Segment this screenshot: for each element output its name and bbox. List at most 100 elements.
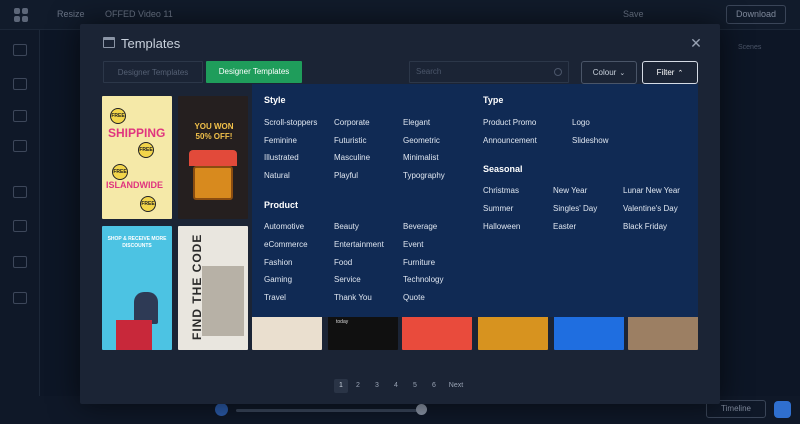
search-icon[interactable] [554,68,562,76]
filter-option[interactable]: Logo [572,118,590,127]
free-badge: FREE [110,108,126,124]
page-button-3[interactable]: 3 [370,379,384,393]
filter-option[interactable]: Quote [403,293,425,302]
treasure-chest-icon [193,166,233,200]
filter-option[interactable]: Entertainment [334,240,384,249]
filter-option[interactable]: Gaming [264,275,292,284]
template-thumbnail-today[interactable]: today [328,316,398,350]
template-thumbnail-find-code[interactable]: FIND THE CODE [178,226,248,350]
you-won-text: YOU WON 50% OFF! [194,122,234,141]
filter-option[interactable]: eCommerce [264,240,308,249]
filter-option[interactable]: Summer [483,204,513,213]
filter-option[interactable]: Travel [264,293,286,302]
filter-option[interactable]: Event [403,240,423,249]
play-button[interactable] [215,403,228,416]
filter-option[interactable]: Corporate [334,118,370,127]
filter-option[interactable]: Service [334,275,361,284]
filter-dropdown[interactable]: Filter ⌃ [642,61,698,84]
page-button-5[interactable]: 5 [408,379,422,393]
filter-option[interactable]: Lunar New Year [623,186,680,195]
save-button[interactable]: Save [623,9,644,19]
seasonal-group-title: Seasonal [483,164,523,174]
filter-option[interactable]: New Year [553,186,587,195]
free-badge: FREE [140,196,156,212]
filter-option[interactable]: Beauty [334,222,359,231]
filter-option[interactable]: Thank You [334,293,372,302]
timeline-scrubber-handle[interactable] [416,404,427,415]
more-icon[interactable] [13,292,27,304]
chevron-up-icon: ⌃ [677,70,684,77]
islandwide-text: ISLANDWIDE [106,180,163,190]
filter-option[interactable]: Geometric [403,136,440,145]
app-logo-icon[interactable] [14,8,28,22]
filter-option[interactable]: Easter [553,222,576,231]
media-icon[interactable] [13,110,27,122]
colour-label: Colour [592,68,617,77]
templates-icon [103,37,115,48]
filter-option[interactable]: Natural [264,171,290,180]
filter-option[interactable]: Slideshow [572,136,608,145]
page-button-2[interactable]: 2 [351,379,365,393]
filter-option[interactable]: Technology [403,275,443,284]
filter-option[interactable]: Announcement [483,136,537,145]
type-group-title: Type [483,95,504,105]
filter-option[interactable]: Masculine [334,153,370,162]
filter-option[interactable]: Product Promo [483,118,536,127]
page-button-4[interactable]: 4 [389,379,403,393]
timeline-scrubber-track[interactable] [236,409,426,412]
tab-designer-templates[interactable]: Designer Templates [206,61,302,83]
elements-icon[interactable] [13,140,27,152]
filter-label: Filter [656,68,675,77]
template-thumbnail[interactable] [554,316,624,350]
filter-option[interactable]: Scroll-stoppers [264,118,317,127]
template-thumbnail[interactable] [252,316,322,350]
filter-option[interactable]: Automotive [264,222,304,231]
filter-option[interactable]: Minimalist [403,153,439,162]
find-code-text: FIND THE CODE [190,233,204,340]
filter-option[interactable]: Typography [403,171,445,180]
tab-designer-templates-inactive[interactable]: Designer Templates [103,61,203,83]
audio-icon[interactable] [13,220,27,232]
filter-option[interactable]: Singles' Day [553,204,597,213]
colour-dropdown[interactable]: Colour ⌄ [581,61,637,84]
filter-option[interactable]: Black Friday [623,222,667,231]
document-title[interactable]: OFFED Video 11 [105,9,173,19]
page-button-1[interactable]: 1 [334,379,348,393]
uploads-icon[interactable] [13,186,27,198]
free-badge: FREE [112,164,128,180]
template-thumbnail-treasure[interactable]: YOU WON 50% OFF! [178,96,248,219]
search-placeholder: Search [416,67,442,76]
filter-option[interactable]: Furniture [403,258,435,267]
filter-option[interactable]: Playful [334,171,358,180]
download-button[interactable]: Download [726,5,786,24]
filter-option[interactable]: Elegant [403,118,430,127]
filter-option[interactable]: Valentine's Day [623,204,678,213]
help-chat-button[interactable] [774,401,791,418]
page-button-6[interactable]: 6 [427,379,441,393]
modal-title: Templates [121,36,181,51]
filter-option[interactable]: Fashion [264,258,292,267]
template-thumbnail-shop[interactable]: SHOP & RECEIVE MORE DISCOUNTS [102,226,172,350]
resize-button[interactable]: Resize [57,9,85,19]
filter-option[interactable]: Beverage [403,222,437,231]
filter-option[interactable]: Halloween [483,222,520,231]
filter-option[interactable]: Christmas [483,186,519,195]
template-thumbnail-shipping[interactable]: FREE SHIPPING FREE FREE ISLANDWIDE FREE [102,96,172,219]
filter-option[interactable]: Futuristic [334,136,366,145]
filter-option[interactable]: Feminine [264,136,297,145]
search-input[interactable]: Search [409,61,569,83]
text-icon[interactable] [13,78,27,90]
templates-icon[interactable] [13,44,27,56]
close-icon[interactable]: ✕ [690,36,702,50]
shipping-text: SHIPPING [108,126,166,140]
filter-option[interactable]: Food [334,258,352,267]
brand-icon[interactable] [13,256,27,268]
scenes-tab[interactable]: Scenes [738,44,761,51]
filter-option[interactable]: Illustrated [264,153,299,162]
template-thumbnail[interactable] [402,316,472,350]
next-page-button[interactable]: Next [445,379,467,393]
template-thumbnail[interactable] [628,316,698,350]
shop-discounts-text: SHOP & RECEIVE MORE DISCOUNTS [107,236,167,249]
chest-lid-shape [189,150,237,166]
template-thumbnail[interactable] [478,316,548,350]
